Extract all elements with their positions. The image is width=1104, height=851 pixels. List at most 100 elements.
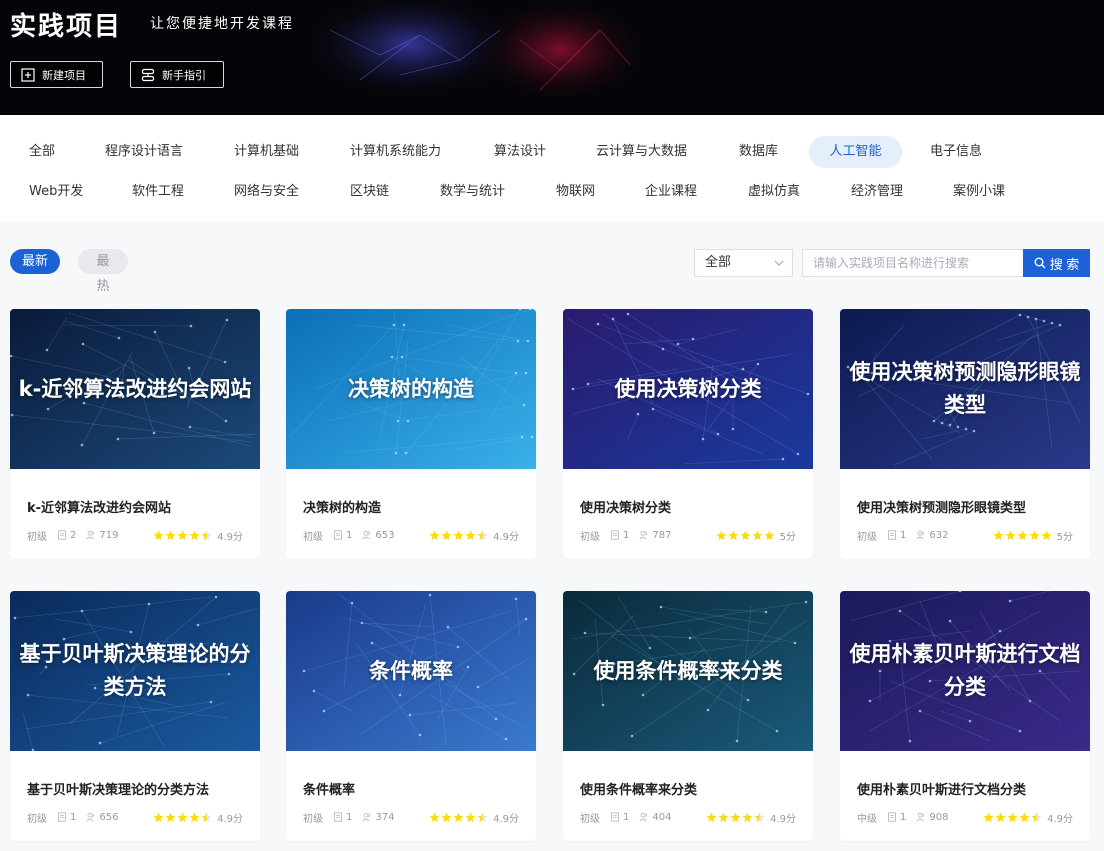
- category-computer-basics[interactable]: 计算机基础: [215, 136, 318, 168]
- project-card[interactable]: 使用条件概率来分类 使用条件概率来分类 初级 1 404 4.9分: [563, 591, 813, 841]
- star-icon: [177, 530, 188, 540]
- category-network-security[interactable]: 网络与安全: [215, 176, 318, 208]
- card-cover-title: 决策树的构造: [348, 376, 474, 401]
- card-cover[interactable]: 基于贝叶斯决策理论的分类方法: [10, 591, 260, 751]
- card-title[interactable]: 条件概率: [303, 779, 355, 798]
- category-case-lessons[interactable]: 案例小课: [934, 176, 1024, 208]
- project-card[interactable]: 使用决策树预测隐形眼镜类型 使用决策树预测隐形眼镜类型 初级 1 632 5分: [840, 309, 1090, 559]
- category-iot[interactable]: 物联网: [537, 176, 614, 208]
- rating-stars: 4.9分: [429, 810, 519, 825]
- card-score: 5分: [779, 531, 796, 543]
- card-meta: 初级 1 374 4.9分: [303, 810, 519, 825]
- card-cover[interactable]: 使用条件概率来分类: [563, 591, 813, 751]
- category-cloud-bigdata[interactable]: 云计算与大数据: [577, 136, 706, 168]
- card-title[interactable]: 使用条件概率来分类: [580, 779, 697, 798]
- category-system-ability[interactable]: 计算机系统能力: [331, 136, 460, 168]
- category-electronics[interactable]: 电子信息: [911, 136, 1001, 168]
- project-card[interactable]: 使用朴素贝叶斯进行文档分类 使用朴素贝叶斯进行文档分类 中级 1 908 4.9…: [840, 591, 1090, 841]
- users-icon: [362, 530, 371, 540]
- card-cover[interactable]: 条件概率: [286, 591, 536, 751]
- star-icon: [441, 530, 452, 540]
- rating-stars: 5分: [993, 528, 1073, 543]
- search-button[interactable]: 搜 索: [1023, 249, 1090, 277]
- card-cover[interactable]: k-近邻算法改进约会网站: [10, 309, 260, 469]
- star-icon: [1017, 530, 1028, 540]
- card-cover-title: 条件概率: [369, 658, 453, 683]
- category-ai[interactable]: 人工智能: [809, 136, 902, 168]
- star-icon: [189, 812, 200, 822]
- card-cover-title: 基于贝叶斯决策理论的分类方法: [19, 642, 251, 699]
- users-icon: [86, 812, 95, 822]
- card-cover[interactable]: 使用决策树预测隐形眼镜类型: [840, 309, 1090, 469]
- category-web[interactable]: Web开发: [10, 176, 102, 208]
- card-user-count: 719: [99, 529, 119, 541]
- card-title[interactable]: 基于贝叶斯决策理论的分类方法: [27, 779, 209, 798]
- project-card[interactable]: 决策树的构造 决策树的构造 初级 1 653 4.9分: [286, 309, 536, 559]
- category-blockchain[interactable]: 区块链: [331, 176, 408, 208]
- category-algorithm[interactable]: 算法设计: [475, 136, 565, 168]
- card-doc-count: 1: [900, 529, 907, 541]
- card-user-count: 908: [929, 811, 949, 823]
- card-user-count: 404: [652, 811, 672, 823]
- users-icon: [916, 812, 925, 822]
- page-title: 实践项目: [10, 12, 123, 42]
- new-project-button[interactable]: 新建项目: [10, 61, 103, 88]
- star-icon: [465, 530, 476, 540]
- star-icon: [716, 530, 727, 540]
- star-icon: [165, 530, 176, 540]
- star-icon: [153, 812, 164, 822]
- chevron-down-icon: [774, 260, 784, 266]
- category-economics[interactable]: 经济管理: [832, 176, 922, 208]
- card-cover[interactable]: 决策树的构造: [286, 309, 536, 469]
- project-card[interactable]: 条件概率 条件概率 初级 1 374 4.9分: [286, 591, 536, 841]
- users-icon: [86, 530, 95, 540]
- card-title[interactable]: k-近邻算法改进约会网站: [27, 497, 171, 516]
- category-enterprise[interactable]: 企业课程: [626, 176, 716, 208]
- rating-stars: 4.9分: [153, 810, 243, 825]
- card-cover[interactable]: 使用朴素贝叶斯进行文档分类: [840, 591, 1090, 751]
- star-icon: [983, 812, 994, 822]
- project-card[interactable]: 基于贝叶斯决策理论的分类方法 基于贝叶斯决策理论的分类方法 初级 1 656 4…: [10, 591, 260, 841]
- star-icon: [728, 530, 739, 540]
- star-icon: [429, 530, 440, 540]
- project-card[interactable]: k-近邻算法改进约会网站 k-近邻算法改进约会网站 初级 2 719 4.9分: [10, 309, 260, 559]
- star-icon: [189, 530, 200, 540]
- card-cover-title: 使用决策树分类: [614, 376, 762, 401]
- star-icon: [177, 812, 188, 822]
- card-score: 5分: [1056, 531, 1073, 543]
- category-software-eng[interactable]: 软件工程: [113, 176, 203, 208]
- card-cover[interactable]: 使用决策树分类: [563, 309, 813, 469]
- card-doc-count: 1: [346, 811, 353, 823]
- guide-button[interactable]: 新手指引: [130, 61, 224, 88]
- card-title[interactable]: 使用决策树分类: [580, 497, 671, 516]
- card-title[interactable]: 使用决策树预测隐形眼镜类型: [857, 497, 1026, 516]
- search-icon: [1034, 257, 1046, 269]
- project-card[interactable]: 使用决策树分类 使用决策树分类 初级 1 787 5分: [563, 309, 813, 559]
- star-icon: [465, 812, 476, 822]
- search-input[interactable]: [802, 249, 1024, 277]
- star-icon: [165, 812, 176, 822]
- card-user-count: 787: [652, 529, 672, 541]
- category-database[interactable]: 数据库: [720, 136, 797, 168]
- card-meta: 初级 1 656 4.9分: [27, 810, 243, 825]
- category-math-stats[interactable]: 数学与统计: [421, 176, 524, 208]
- card-meta: 初级 1 787 5分: [580, 528, 796, 543]
- page-subtitle: 让您便捷地开发课程: [150, 16, 294, 32]
- star-icon: [1005, 530, 1016, 540]
- card-level: 初级: [27, 531, 47, 543]
- star-icon: [993, 530, 1004, 540]
- card-title[interactable]: 使用朴素贝叶斯进行文档分类: [857, 779, 1026, 798]
- rating-stars: 4.9分: [706, 810, 796, 825]
- tab-hottest[interactable]: 最 热: [78, 249, 128, 294]
- star-icon: [706, 812, 717, 822]
- category-programming[interactable]: 程序设计语言: [86, 136, 202, 168]
- tab-newest[interactable]: 最新: [10, 249, 60, 274]
- category-simulation[interactable]: 虚拟仿真: [729, 176, 819, 208]
- card-meta: 初级 2 719 4.9分: [27, 528, 243, 543]
- category-all[interactable]: 全部: [10, 136, 74, 168]
- plus-square-icon: [21, 67, 35, 82]
- level-select[interactable]: 全部: [694, 249, 793, 277]
- card-level: 初级: [580, 531, 600, 543]
- card-title[interactable]: 决策树的构造: [303, 497, 381, 516]
- document-icon: [58, 812, 66, 822]
